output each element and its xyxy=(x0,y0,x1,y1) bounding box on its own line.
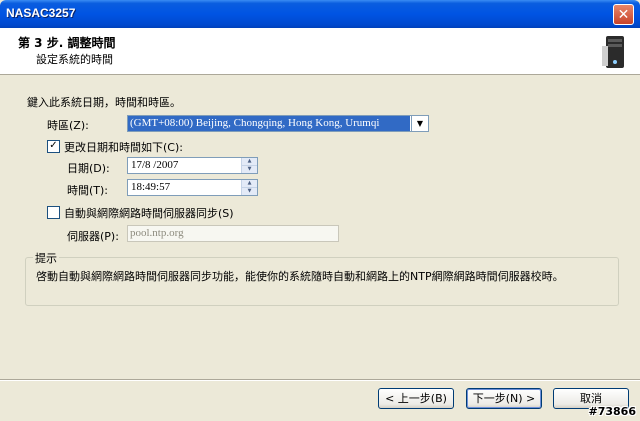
change-datetime-label: 更改日期和時間如下(C): xyxy=(64,141,183,154)
date-value: 17/8 /2007 xyxy=(131,159,179,171)
time-value: 18:49:57 xyxy=(131,181,171,193)
server-label: 伺服器(P): xyxy=(67,230,119,243)
chevron-down-icon[interactable]: ▼ xyxy=(411,116,428,131)
close-icon[interactable]: ✕ xyxy=(613,4,634,25)
title-bar[interactable]: NASAC3257 ✕ xyxy=(0,0,640,28)
spin-up-icon[interactable]: ▲ xyxy=(242,158,257,166)
watermark: #73866 xyxy=(588,405,637,418)
step-title: 第 3 步. 調整時間 xyxy=(18,36,116,50)
hint-text: 啓動自動與網際網路時間伺服器同步功能，能使你的系統隨時自動和網路上的NTP網際網… xyxy=(36,270,564,283)
back-button[interactable]: < 上一步(B) xyxy=(378,388,454,409)
time-picker[interactable]: 18:49:57 ▲ ▼ xyxy=(127,179,258,196)
hint-group: 提示 啓動自動與網際網路時間伺服器同步功能，能使你的系統隨時自動和網路上的NTP… xyxy=(25,250,619,306)
date-label: 日期(D): xyxy=(67,162,110,175)
timezone-value: (GMT+08:00) Beijing, Chongqing, Hong Kon… xyxy=(128,116,410,131)
spin-down-icon[interactable]: ▼ xyxy=(242,188,257,195)
spin-down-icon[interactable]: ▼ xyxy=(242,166,257,173)
nas-device-icon xyxy=(602,36,624,68)
ntp-sync-checkbox[interactable] xyxy=(47,206,60,219)
intro-text: 鍵入此系統日期，時間和時區。 xyxy=(27,96,181,109)
time-label: 時間(T): xyxy=(67,184,109,197)
hint-title: 提示 xyxy=(33,250,59,266)
next-button[interactable]: 下一步(N) > xyxy=(466,388,542,409)
step-subtitle: 設定系統的時間 xyxy=(36,53,113,66)
separator xyxy=(0,379,640,381)
change-datetime-checkbox[interactable]: ✓ xyxy=(47,140,60,153)
ntp-sync-label: 自動與網際網路時間伺服器同步(S) xyxy=(64,207,234,220)
window-title: NASAC3257 xyxy=(6,6,76,20)
date-picker[interactable]: 17/8 /2007 ▲ ▼ xyxy=(127,157,258,174)
timezone-label: 時區(Z): xyxy=(47,119,89,132)
wizard-header: 第 3 步. 調整時間 設定系統的時間 xyxy=(0,28,640,75)
spin-up-icon[interactable]: ▲ xyxy=(242,180,257,188)
server-input[interactable]: pool.ntp.org xyxy=(127,225,339,242)
timezone-select[interactable]: (GMT+08:00) Beijing, Chongqing, Hong Kon… xyxy=(127,115,429,132)
